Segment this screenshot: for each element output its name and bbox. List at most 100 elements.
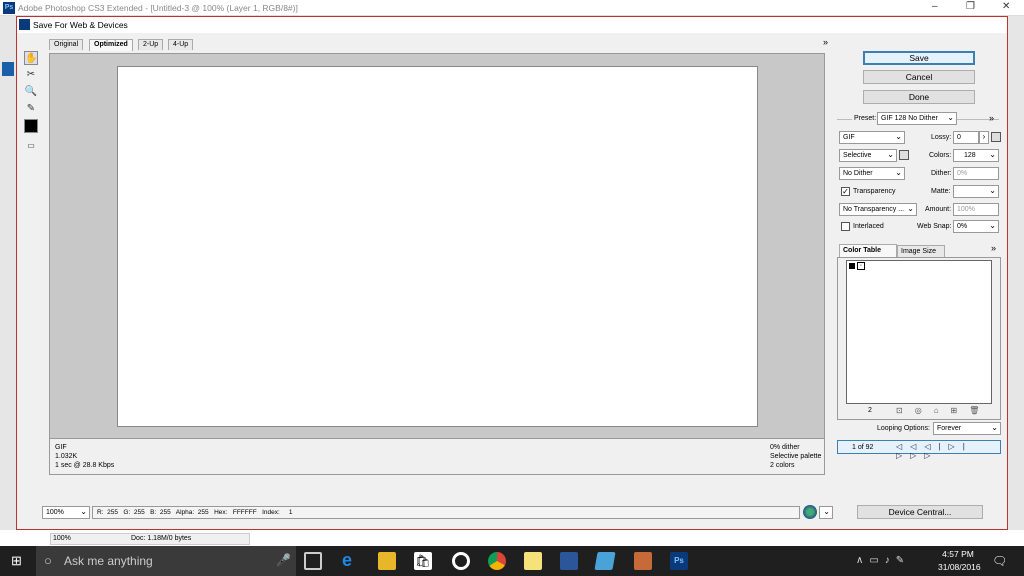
color-swatch-white[interactable]: ◦ — [857, 262, 865, 270]
photoshop-taskbar-icon[interactable]: Ps — [670, 552, 688, 570]
done-button[interactable]: Done — [863, 90, 975, 104]
windows-start-icon[interactable]: ⊞ — [11, 554, 22, 567]
first-frame-icon[interactable]: ◁◁ — [896, 442, 924, 451]
media-icon[interactable] — [452, 552, 470, 570]
color-table-grid[interactable]: ◦ — [846, 260, 992, 404]
tab-2up[interactable]: 2-Up — [138, 39, 164, 50]
tab-original[interactable]: Original — [49, 39, 84, 50]
tab-optimized[interactable]: Optimized — [89, 39, 133, 51]
minimize-icon[interactable]: – — [932, 1, 938, 12]
pen-icon[interactable]: ✎ — [896, 555, 910, 566]
dither-algorithm-select[interactable]: No Dither ⌄ — [839, 167, 905, 180]
frame-buttons: ◁◁◁|▷|▷▷▷ — [896, 442, 1000, 460]
optimize-menu-icon[interactable]: » — [989, 113, 994, 123]
zoom-tool-icon[interactable]: 🔍 — [24, 85, 38, 99]
chevron-down-icon: ⌄ — [895, 168, 902, 177]
chrome-icon[interactable] — [488, 552, 506, 570]
eyedropper-tool-icon[interactable]: ✎ — [24, 102, 38, 116]
paint-icon[interactable] — [634, 552, 652, 570]
play-icon[interactable]: ▷ — [949, 442, 963, 451]
search-placeholder: Ask me anything — [64, 554, 153, 568]
looping-select[interactable]: Forever ⌄ — [933, 422, 1001, 435]
info-palette: Selective palette — [770, 453, 822, 460]
clock[interactable]: 4:57 PM 31/08/2016 — [938, 549, 981, 572]
browser-select[interactable]: ⌄ — [819, 506, 833, 519]
amount-input[interactable]: 100% — [953, 203, 999, 216]
colors-select[interactable]: 128 ⌄ — [953, 149, 999, 162]
dither-algorithm-value: No Dither — [843, 170, 873, 177]
tab-color-table[interactable]: Color Table — [839, 244, 897, 257]
color-table-actions[interactable]: ⊡◎⌂⊞🗑 — [896, 406, 991, 415]
preview-info: GIF 1.032K 1 sec @ 28.8 Kbps 0% dither S… — [49, 439, 825, 475]
optimized-preview-image[interactable] — [117, 66, 758, 427]
preset-select[interactable]: GIF 128 No Dither ⌄ — [877, 112, 957, 125]
color-table-menu-icon[interactable]: » — [991, 243, 996, 253]
cortana-search-box[interactable]: ○ Ask me anything 🎤 — [36, 546, 296, 576]
tab-image-size[interactable]: Image Size — [897, 245, 945, 257]
device-central-button[interactable]: Device Central... — [857, 505, 983, 519]
previous-frame-icon[interactable]: ◁| — [924, 442, 948, 451]
microphone-icon[interactable]: 🎤 — [276, 553, 291, 567]
store-icon[interactable]: 🛍 — [414, 552, 432, 570]
interlaced-label: Interlaced — [853, 223, 884, 230]
transparency-dither-select[interactable]: No Transparency ... ⌄ — [839, 203, 917, 216]
transparency-checkbox[interactable]: ✓ — [841, 187, 850, 196]
cancel-button[interactable]: Cancel — [863, 70, 975, 84]
battery-icon[interactable]: ▭ — [869, 555, 884, 566]
save-button[interactable]: Save — [863, 51, 975, 65]
frame-counter: 1 of 92 — [852, 444, 874, 451]
color-readout: R: 255 G: 255 B: 255 Alpha: 255 Hex: FFF… — [92, 506, 800, 519]
preview-area[interactable] — [49, 53, 825, 439]
preview-browser-icon[interactable] — [803, 505, 817, 519]
lossy-input[interactable]: 0 — [953, 131, 979, 144]
format-select[interactable]: GIF ⌄ — [839, 131, 905, 144]
chevron-up-icon[interactable]: ∧ — [856, 555, 869, 566]
color-count: 2 — [868, 407, 872, 414]
zoom-value: 100% — [46, 509, 64, 516]
dialog-title: Save For Web & Devices — [17, 17, 1007, 33]
lossy-arrow-icon[interactable]: › — [979, 131, 989, 144]
slice-select-tool-icon[interactable]: ✂ — [24, 68, 38, 82]
reduction-select[interactable]: Selective ⌄ — [839, 149, 897, 162]
info-format: GIF — [55, 444, 67, 451]
lossy-mask-icon[interactable] — [991, 132, 1001, 142]
volume-icon[interactable]: ♪ — [885, 555, 896, 566]
close-icon[interactable]: ✕ — [1002, 1, 1010, 12]
edge-icon[interactable]: e — [342, 551, 360, 570]
hand-tool-icon[interactable]: ✋ — [24, 51, 38, 65]
ps-doc-size: Doc: 1.18M/0 bytes — [131, 535, 192, 542]
word-icon[interactable] — [560, 552, 578, 570]
info-colors: 2 colors — [770, 462, 795, 469]
color-swatch-black[interactable] — [848, 262, 856, 270]
notifications-icon[interactable]: 🗨 — [992, 554, 1007, 568]
eyedropper-color-swatch[interactable] — [24, 119, 38, 133]
chevron-down-icon: ⌄ — [887, 150, 894, 159]
app-icon[interactable] — [594, 552, 616, 570]
lock-color-icon[interactable]: ⌂ — [934, 406, 951, 415]
task-view-icon[interactable] — [304, 552, 322, 570]
map-color-icon[interactable]: ⊡ — [896, 406, 915, 415]
file-explorer-icon[interactable] — [378, 552, 396, 570]
transparency-dither-value: No Transparency ... — [843, 206, 905, 213]
colors-value: 128 — [964, 152, 976, 159]
chevron-down-icon: ⌄ — [989, 186, 996, 195]
dither-input[interactable]: 0% — [953, 167, 999, 180]
info-dither: 0% dither — [770, 444, 800, 451]
sticky-notes-icon[interactable] — [524, 552, 542, 570]
web-snap-select[interactable]: 0% ⌄ — [953, 220, 999, 233]
tabs-menu-icon[interactable]: » — [823, 37, 828, 47]
zoom-select[interactable]: 100% ⌄ — [42, 506, 90, 519]
last-frame-icon[interactable]: ▷▷ — [910, 451, 938, 460]
chevron-down-icon: ⌄ — [989, 221, 996, 230]
transparency-label: Transparency — [853, 188, 896, 195]
interlaced-checkbox[interactable] — [841, 222, 850, 231]
delete-color-icon[interactable]: 🗑 — [969, 406, 991, 415]
toggle-slices-icon[interactable]: ▭ — [24, 139, 38, 153]
date: 31/08/2016 — [938, 562, 981, 572]
web-shift-icon[interactable]: ◎ — [915, 406, 934, 415]
new-color-icon[interactable]: ⊞ — [951, 406, 970, 415]
reduction-mask-icon[interactable] — [899, 150, 909, 160]
tab-4up[interactable]: 4-Up — [168, 39, 194, 50]
restore-icon[interactable]: ❐ — [966, 1, 975, 12]
matte-select[interactable]: ⌄ — [953, 185, 999, 198]
